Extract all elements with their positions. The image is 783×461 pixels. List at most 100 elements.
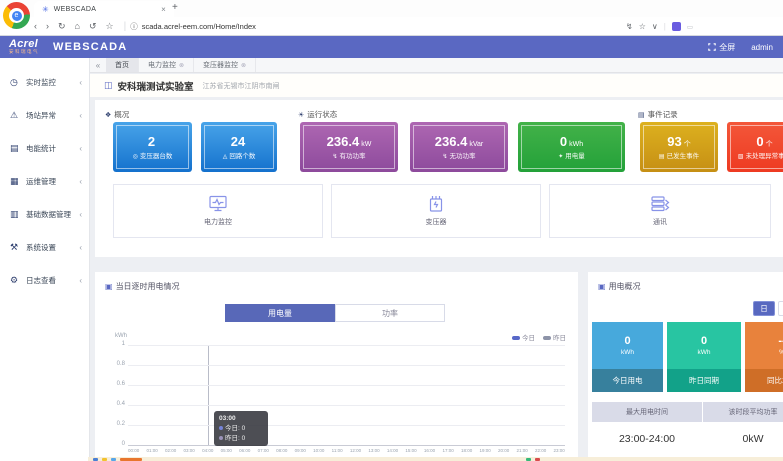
overview-panel: ❖概况 ☀运行状态 ▤事件记录 2 ◎变压器台数 24 ◬回路个数 236.4k… bbox=[95, 100, 783, 257]
group-header-running-status: ☀运行状态 bbox=[298, 109, 337, 120]
gridline bbox=[128, 425, 565, 426]
reload-icon[interactable]: ↻ bbox=[58, 21, 66, 32]
taskbar-icon[interactable] bbox=[526, 458, 531, 461]
sidebar-item-energy-statistics[interactable]: ▤ 电能统计 ‹ bbox=[0, 132, 89, 165]
tab-power-monitoring[interactable]: 电力监控 ⊗ bbox=[139, 58, 194, 72]
sidebar: ◷ 实时监控 ‹ ⚠ 场站异常 ‹ ▤ 电能统计 ‹ ▦ 运维管理 ‹ ▥ 基础… bbox=[0, 58, 90, 461]
collapse-tabs-icon[interactable]: « bbox=[90, 58, 106, 72]
taskbar-icon[interactable] bbox=[93, 458, 98, 461]
x-tick-label: 18:00 bbox=[461, 448, 472, 453]
gear-icon: ⚙ bbox=[10, 275, 23, 286]
favicon-icon: ✳ bbox=[42, 5, 49, 14]
star-icon[interactable]: ☆ bbox=[639, 22, 646, 31]
close-tab-icon[interactable]: ⊗ bbox=[241, 62, 246, 69]
legend-swatch-yesterday bbox=[543, 336, 551, 340]
tooltip-dot-yesterday bbox=[219, 436, 223, 440]
new-tab-button[interactable]: + bbox=[172, 2, 178, 13]
stat-card-active-power[interactable]: 236.4kW ↯有功功率 bbox=[300, 122, 398, 172]
fullscreen-button[interactable]: 全屏 bbox=[708, 42, 735, 53]
toggle-energy-button[interactable]: 用电量 bbox=[225, 304, 335, 322]
sun-icon: ☀ bbox=[298, 112, 304, 119]
energy-card-yesterday[interactable]: 0kWh 昨日同期 bbox=[667, 322, 741, 392]
alert-icon: ⚠ bbox=[10, 110, 23, 121]
sidebar-item-log-viewer[interactable]: ⚙ 日志查看 ‹ bbox=[0, 264, 89, 297]
legend-item-today[interactable]: 今日 bbox=[512, 332, 535, 342]
extension-icon[interactable] bbox=[672, 22, 681, 31]
nav-card-communication[interactable]: 通讯 bbox=[549, 184, 771, 238]
stat-card-energy-consumption[interactable]: 0kWh ✦用电量 bbox=[518, 122, 625, 172]
clipboard-alert-icon: ▧ bbox=[738, 154, 744, 160]
period-next-button[interactable] bbox=[778, 301, 783, 316]
gridline bbox=[128, 445, 565, 446]
x-tick-label: 06:00 bbox=[239, 448, 250, 453]
sidebar-item-system-settings[interactable]: ⚒ 系统设置 ‹ bbox=[0, 231, 89, 264]
close-tab-icon[interactable]: × bbox=[161, 5, 166, 14]
stat-card-reactive-power[interactable]: 236.4kVar ↯无功功率 bbox=[410, 122, 508, 172]
x-tick-label: 23:00 bbox=[554, 448, 565, 453]
chevron-icon: ‹ bbox=[79, 144, 82, 153]
gridline bbox=[128, 385, 565, 386]
close-tab-icon[interactable]: ⊗ bbox=[179, 62, 184, 69]
divider: | bbox=[664, 22, 666, 31]
acrel-logo: Acrel 安科瑞电气 bbox=[9, 39, 39, 55]
chart-icon: ▤ bbox=[10, 143, 23, 154]
chevron-icon: ‹ bbox=[79, 111, 82, 120]
panel-icon: ▣ bbox=[598, 282, 606, 291]
group-header-event-record: ▤事件记录 bbox=[638, 109, 678, 120]
stat-card-unhandled-events[interactable]: 0个 ▧未处理异常事件 bbox=[727, 122, 783, 172]
browser-tab[interactable]: ✳ WEBSCADA × bbox=[34, 1, 174, 17]
home-icon[interactable]: ⌂ bbox=[75, 21, 80, 31]
site-name: 安科瑞测试实验室 bbox=[118, 79, 194, 93]
x-tick-label: 14:00 bbox=[387, 448, 398, 453]
period-day-button[interactable]: 日 bbox=[753, 301, 775, 316]
url-text[interactable]: scada.acrel-eem.com/Home/Index bbox=[142, 22, 256, 31]
taskbar-icon[interactable] bbox=[102, 458, 107, 461]
app-title: WEBSCADA bbox=[53, 41, 127, 53]
chevron-down-icon[interactable]: ∨ bbox=[652, 22, 658, 31]
forward-icon[interactable]: › bbox=[46, 21, 49, 31]
gridline bbox=[128, 405, 565, 406]
coin-icon: ◎ bbox=[133, 154, 138, 160]
chart-plot[interactable]: 03:00 今日: 0 昨日: 0 10.80.60.40.20 bbox=[128, 345, 565, 445]
tab-home[interactable]: 首页 bbox=[106, 58, 139, 72]
nav-card-power-monitoring[interactable]: 电力监控 bbox=[113, 184, 323, 238]
building-icon: ◫ bbox=[104, 80, 113, 91]
bulb-icon: ✦ bbox=[558, 154, 563, 160]
avg-power-value: 0kW bbox=[703, 422, 783, 456]
divider: | bbox=[124, 21, 127, 32]
history-icon[interactable]: ↺ bbox=[89, 21, 97, 32]
sidebar-item-realtime-monitoring[interactable]: ◷ 实时监控 ‹ bbox=[0, 66, 89, 99]
taskbar-icon[interactable] bbox=[111, 458, 116, 461]
user-menu[interactable]: admin bbox=[751, 43, 773, 52]
energy-panel-title: ▣用电概况 bbox=[598, 281, 641, 292]
transformer-icon bbox=[426, 195, 446, 213]
taskbar-icon[interactable] bbox=[535, 458, 540, 461]
stat-card-transformer-count[interactable]: 2 ◎变压器台数 bbox=[113, 122, 192, 172]
y-tick-label: 0.8 bbox=[108, 361, 125, 367]
chart-legend: 今日 昨日 bbox=[512, 332, 566, 342]
site-info-icon[interactable]: ⓘ bbox=[130, 21, 138, 32]
lightning-icon[interactable]: ↯ bbox=[626, 22, 633, 31]
energy-card-today[interactable]: 0kWh 今日用电 bbox=[592, 322, 663, 392]
table-row: 23:00-24:00 0kW bbox=[592, 422, 783, 456]
back-icon[interactable]: ‹ bbox=[34, 21, 37, 31]
x-tick-label: 19:00 bbox=[479, 448, 490, 453]
x-tick-label: 08:00 bbox=[276, 448, 287, 453]
nav-card-transformer[interactable]: 变压器 bbox=[331, 184, 541, 238]
toggle-power-button[interactable]: 功率 bbox=[335, 304, 445, 322]
stat-card-circuit-count[interactable]: 24 ◬回路个数 bbox=[201, 122, 277, 172]
max-usage-table: 最大用电时间 该时段平均功率 23:00-24:00 0kW bbox=[592, 402, 783, 456]
x-tick-label: 15:00 bbox=[405, 448, 416, 453]
sidebar-item-operation-management[interactable]: ▦ 运维管理 ‹ bbox=[0, 165, 89, 198]
legend-item-yesterday[interactable]: 昨日 bbox=[543, 332, 566, 342]
x-tick-label: 00:00 bbox=[128, 448, 139, 453]
browser-tab-title: WEBSCADA bbox=[54, 6, 96, 13]
energy-card-yoy[interactable]: --% 同比增长 bbox=[745, 322, 783, 392]
tab-transformer-monitoring[interactable]: 变压器监控 ⊗ bbox=[194, 58, 256, 72]
stat-card-events-occurred[interactable]: 93个 ▤已发生事件 bbox=[640, 122, 718, 172]
gridline bbox=[128, 365, 565, 366]
bookmark-star-icon[interactable]: ☆ bbox=[106, 21, 114, 32]
sidebar-item-station-abnormal[interactable]: ⚠ 场站异常 ‹ bbox=[0, 99, 89, 132]
taskbar-icon[interactable] bbox=[120, 458, 142, 461]
sidebar-item-basic-data-management[interactable]: ▥ 基础数据管理 ‹ bbox=[0, 198, 89, 231]
